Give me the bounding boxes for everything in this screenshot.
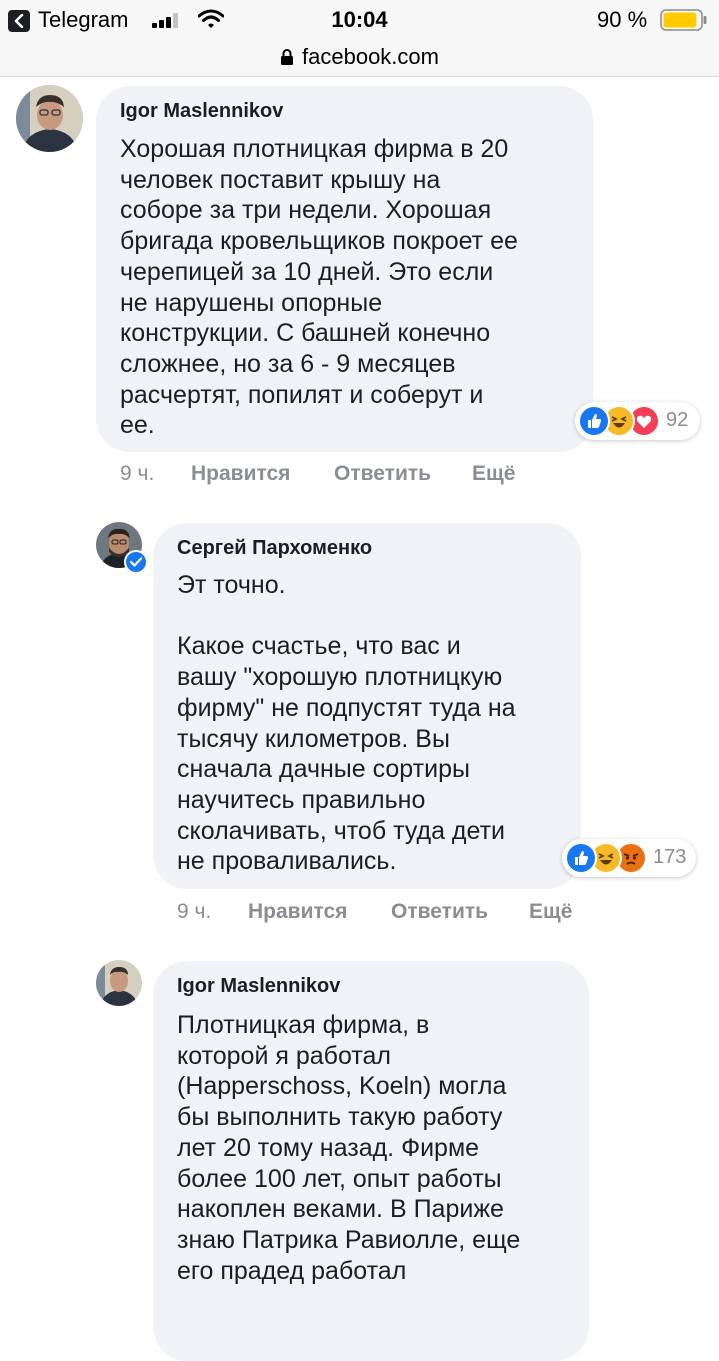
reaction-count: 92 (666, 409, 689, 431)
avatar[interactable] (96, 960, 142, 1006)
comment-time[interactable]: 9 ч. (120, 462, 154, 486)
like-reaction-icon (565, 842, 597, 874)
battery-icon (660, 9, 707, 31)
lock-icon (281, 49, 294, 65)
reactions-summary[interactable]: 92 (575, 402, 700, 440)
comment-author[interactable]: Igor Maslennikov (120, 100, 283, 123)
like-reaction-icon (578, 405, 610, 437)
reply-button[interactable]: Ответить (334, 462, 431, 486)
like-button[interactable]: Нравится (248, 900, 347, 924)
comment-text: Хорошая плотницкая фирма в 20 человек по… (120, 135, 518, 440)
comment-text: Плотницкая фирма, в которой я работал (H… (177, 1011, 521, 1285)
user-photo-icon (16, 85, 83, 152)
comment-time[interactable]: 9 ч. (177, 900, 211, 924)
reactions-summary[interactable]: 173 (562, 839, 696, 877)
comment-text: Эт точно. Какое счастье, что вас и вашу … (177, 571, 516, 876)
like-button[interactable]: Нравится (191, 462, 290, 486)
verified-icon (124, 550, 148, 574)
comment-author[interactable]: Igor Maslennikov (177, 975, 340, 998)
battery-percentage: 90 % (597, 7, 648, 32)
avatar[interactable] (16, 85, 83, 152)
more-button[interactable]: Ещё (472, 462, 515, 486)
reply-button[interactable]: Ответить (391, 900, 488, 924)
comment-author[interactable]: Сергей Пархоменко (177, 537, 372, 560)
more-button[interactable]: Ещё (529, 900, 572, 924)
address-bar[interactable]: facebook.com (0, 40, 719, 77)
status-bar: Telegram 10:04 90 % (0, 0, 719, 40)
reaction-count: 173 (653, 846, 687, 868)
url-text: facebook.com (302, 44, 439, 69)
user-photo-icon (96, 960, 142, 1006)
